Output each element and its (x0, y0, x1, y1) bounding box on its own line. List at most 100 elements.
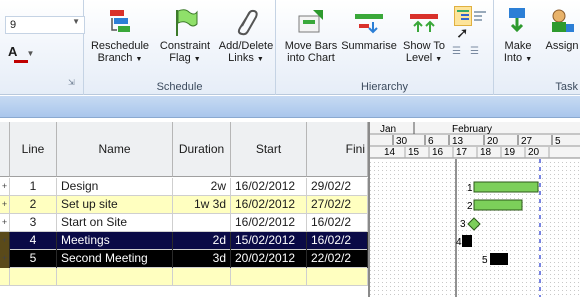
row-start[interactable]: 15/02/2012 (231, 232, 307, 250)
bar-label: 1 (467, 183, 473, 194)
month-label: Jan (380, 124, 396, 135)
expand-all-icon[interactable]: ☰ (452, 46, 461, 57)
font-color-button[interactable]: A ▼ (8, 44, 35, 63)
row-duration[interactable]: 1w 3d (173, 196, 231, 214)
row-duration[interactable]: 3d (173, 250, 231, 268)
chevron-down-icon: ▼ (193, 56, 201, 63)
row-finish[interactable]: 29/02/2 (307, 178, 368, 196)
row-finish[interactable]: 16/02/2 (307, 214, 368, 232)
row-duration[interactable]: 2d (173, 232, 231, 250)
row-finish[interactable]: 16/02/2 (307, 232, 368, 250)
add-delete-links-button[interactable]: Add/Delete Links ▼ (216, 6, 276, 66)
reschedule-label-1: Reschedule (90, 40, 150, 52)
row-name[interactable]: Start on Site (57, 214, 173, 232)
header-expand (0, 122, 10, 177)
reschedule-branch-button[interactable]: Reschedule Branch ▼ (88, 6, 152, 66)
row-line-number (10, 268, 57, 286)
row-expand-toggle[interactable]: + (0, 196, 10, 214)
table-row[interactable]: +4 Meetings 2d 15/02/2012 16/02/2 (0, 232, 368, 250)
header-duration[interactable]: Duration (173, 122, 231, 177)
week-label: 27 (521, 136, 533, 147)
dialog-launcher-icon[interactable]: ⇲ (68, 78, 75, 87)
day-label: 15 (408, 147, 420, 158)
row-start[interactable]: 20/02/2012 (231, 250, 307, 268)
show-to-level-button[interactable]: Show To Level ▼ (398, 6, 450, 66)
table-row[interactable]: +5 Second Meeting 3d 20/02/2012 22/02/2 (0, 250, 368, 268)
row-line-number: 5 (10, 250, 57, 268)
move-bars-icon (298, 10, 323, 33)
row-name[interactable]: Set up site (57, 196, 173, 214)
row-line-number: 1 (10, 178, 57, 196)
row-duration[interactable] (173, 268, 231, 286)
gantt-chart: Jan February 30 6 13 20 27 5 14 15 16 17 18 19 20 1 2 3 4 5 (368, 122, 580, 297)
chevron-down-icon: ▼ (256, 56, 264, 63)
schedule-group-label: Schedule (156, 81, 203, 93)
constraint-flag-button[interactable]: Constraint Flag ▼ (154, 6, 216, 66)
row-line-number: 4 (10, 232, 57, 250)
week-label: 20 (487, 136, 499, 147)
bar-label: 4 (456, 237, 462, 248)
gantt-svg: Jan February30 6 13 20 27 514 15 16 17 18 19 2012345 (370, 122, 580, 297)
row-line-number: 2 (10, 196, 57, 214)
row-finish[interactable]: 27/02/2 (307, 196, 368, 214)
row-start[interactable]: 16/02/2012 (231, 178, 307, 196)
make-into-icon (509, 8, 525, 33)
make-into-label-2: Into (503, 52, 523, 64)
row-duration[interactable] (173, 214, 231, 232)
collapse-all-icon[interactable]: ☰ (470, 46, 479, 57)
week-label: 6 (428, 136, 434, 147)
row-expand-toggle[interactable]: + (0, 250, 10, 268)
day-label: 16 (432, 147, 444, 158)
row-start[interactable] (231, 268, 307, 286)
summarise-icon (355, 14, 383, 34)
header-start[interactable]: Start (231, 122, 307, 177)
day-label: 19 (504, 147, 516, 158)
show-to-level-label-2: Level (405, 52, 433, 64)
table-row[interactable]: +1 Design 2w 16/02/2012 29/02/2 (0, 178, 368, 196)
assign-label: Assign (545, 40, 579, 52)
row-name[interactable]: Design (57, 178, 173, 196)
chevron-down-icon[interactable]: ▼ (27, 49, 35, 58)
row-name[interactable]: Second Meeting (57, 250, 173, 268)
row-expand-toggle[interactable]: + (0, 232, 10, 250)
make-into-button[interactable]: Make Into ▼ (498, 6, 538, 66)
row-start[interactable]: 16/02/2012 (231, 196, 307, 214)
row-duration[interactable]: 2w (173, 178, 231, 196)
task-bar (473, 181, 539, 193)
row-expand-toggle[interactable] (0, 268, 10, 286)
header-name[interactable]: Name (57, 122, 173, 177)
table-row[interactable]: +2 Set up site 1w 3d 16/02/2012 27/02/2 (0, 196, 368, 214)
font-size-combo[interactable]: 9 ▼ (5, 16, 85, 34)
header-line[interactable]: Line (10, 122, 57, 177)
outdent-icon[interactable] (472, 8, 488, 27)
chevron-down-icon: ▼ (525, 56, 533, 63)
hierarchy-group: Move Bars into Chart Summarise Show To L… (276, 0, 494, 95)
outline-tools: ➚ ☰ ☰ (452, 6, 490, 58)
week-label: 30 (396, 136, 408, 147)
task-bar (490, 253, 508, 265)
indent-icon[interactable] (454, 6, 472, 26)
assign-button[interactable]: Assign (540, 6, 580, 52)
table-row[interactable] (0, 268, 368, 286)
show-to-level-icon (410, 14, 438, 32)
row-finish[interactable] (307, 268, 368, 286)
show-to-level-label-1: Show To (403, 40, 445, 52)
constraint-label-2: Flag (169, 52, 191, 64)
row-name[interactable] (57, 268, 173, 286)
chevron-down-icon: ▼ (435, 56, 443, 63)
move-bars-into-chart-button[interactable]: Move Bars into Chart (282, 6, 340, 64)
task-grid: Line Name Duration Start Fini +1 Design 2w… (0, 122, 368, 297)
row-start[interactable]: 16/02/2012 (231, 214, 307, 232)
header-finish[interactable]: Fini (307, 122, 368, 177)
row-expand-toggle[interactable]: + (0, 214, 10, 232)
summarise-button[interactable]: Summarise (340, 6, 398, 52)
row-finish[interactable]: 22/02/2 (307, 250, 368, 268)
row-name[interactable]: Meetings (57, 232, 173, 250)
chevron-down-icon[interactable]: ▼ (72, 17, 80, 26)
task-group-label: Task (555, 81, 578, 93)
row-expand-toggle[interactable]: + (0, 178, 10, 196)
font-size-value: 9 (10, 19, 17, 31)
table-row[interactable]: +3 Start on Site 16/02/2012 16/02/2 (0, 214, 368, 232)
move-bars-label-1: Move Bars (284, 40, 338, 52)
make-into-label-1: Make (504, 40, 532, 52)
